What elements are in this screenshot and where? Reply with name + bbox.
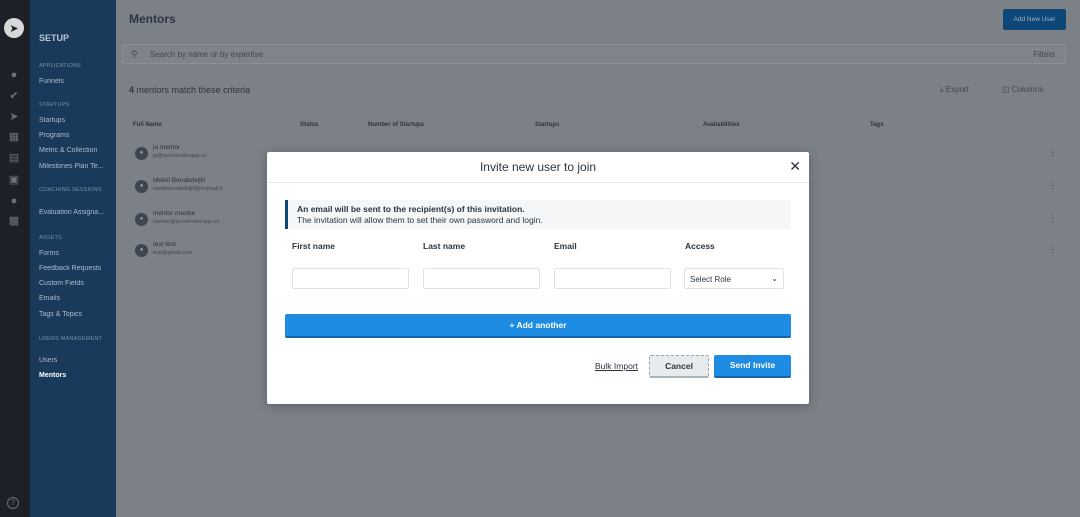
columns-button[interactable]: ◫ Columns xyxy=(1002,85,1043,94)
sidebar-item-custom-fields[interactable]: Custom Fields xyxy=(39,280,113,287)
add-another-button[interactable]: + Add another xyxy=(285,314,791,338)
form-icon[interactable]: ▩ xyxy=(7,215,21,227)
info-line-2: The invitation will allow them to set th… xyxy=(297,215,543,225)
sidebar-item-forms[interactable]: Forms xyxy=(39,250,113,257)
info-notice: An email will be sent to the recipient(s… xyxy=(285,200,791,229)
sidebar-item-programs[interactable]: Programs xyxy=(39,132,113,139)
avatar: ● xyxy=(135,147,148,160)
rocket-icon[interactable]: ➤ xyxy=(7,111,21,123)
column-header-startups[interactable]: Startups xyxy=(535,122,559,128)
modal-title: Invite new user to join xyxy=(479,160,597,174)
mentor-name: test test xyxy=(153,241,176,248)
column-header-status[interactable]: Status xyxy=(300,122,318,128)
email-field[interactable] xyxy=(554,268,671,289)
search-icon: ⚲ xyxy=(131,49,138,59)
sidebar-item-tags-topics[interactable]: Tags & Topics xyxy=(39,311,113,318)
more-options-icon[interactable]: ⋮ xyxy=(1048,213,1057,224)
mentor-email: mentor@acceleratorapp.co xyxy=(153,219,220,225)
mentor-email: test@gmail.com xyxy=(153,250,193,256)
sidebar-title: SETUP xyxy=(39,33,70,43)
modal-header: Invite new user to join ✕ xyxy=(267,152,809,183)
cancel-button[interactable]: Cancel xyxy=(649,355,709,378)
email-label: Email xyxy=(554,241,577,251)
close-icon[interactable]: ✕ xyxy=(789,158,801,174)
people-icon[interactable]: ● xyxy=(7,195,21,207)
column-header-availabilities[interactable]: Availabilities xyxy=(703,122,739,128)
search-input[interactable]: Search by name or by expertise xyxy=(150,50,263,59)
sidebar-item-funnels[interactable]: Funnels xyxy=(39,78,113,85)
sidebar-item-metric-collection[interactable]: Metric & Collection xyxy=(39,147,113,154)
column-header-tags[interactable]: Tags xyxy=(870,122,884,128)
column-header-number-of-startups[interactable]: Number of Startups xyxy=(368,122,424,128)
mentor-email: mekkibenabdeljlil@hotmail.fr xyxy=(153,186,224,192)
mentor-name: ja mentor xyxy=(153,144,181,151)
grid-icon[interactable]: ▦ xyxy=(7,131,21,143)
sidebar-item-emails[interactable]: Emails xyxy=(39,295,113,302)
icon-rail: ➤ ● ✔ ➤ ▦ ▤ ▣ ● ▩ ? xyxy=(0,0,30,517)
avatar: ● xyxy=(135,213,148,226)
last-name-field[interactable] xyxy=(423,268,540,289)
filters-button[interactable]: Filters xyxy=(1033,50,1055,59)
first-name-field[interactable] xyxy=(292,268,409,289)
export-button[interactable]: ⤓ Export xyxy=(940,85,969,95)
sidebar-item-mentors[interactable]: Mentors xyxy=(39,372,113,379)
match-text: mentors match these criteria xyxy=(136,85,251,95)
calendar-icon[interactable]: ▣ xyxy=(7,174,21,186)
sidebar-item-milestones[interactable]: Milestones Plan Te... xyxy=(39,163,113,170)
first-name-label: First name xyxy=(292,241,335,251)
sidebar-item-users[interactable]: Users xyxy=(39,357,113,364)
columns-label: Columns xyxy=(1011,85,1044,94)
access-role-select[interactable]: Select Role ⌄ xyxy=(684,268,784,289)
more-options-icon[interactable]: ⋮ xyxy=(1048,147,1057,158)
sidebar-item-startups[interactable]: Startups xyxy=(39,117,113,124)
sidebar-section-assets: ASSETS xyxy=(39,235,62,241)
more-options-icon[interactable]: ⋮ xyxy=(1048,244,1057,255)
check-circle-icon[interactable]: ✔ xyxy=(7,90,21,102)
more-options-icon[interactable]: ⋮ xyxy=(1048,180,1057,191)
avatar: ● xyxy=(135,180,148,193)
avatar: ● xyxy=(135,244,148,257)
sidebar-section-coaching: COACHING SESSIONS xyxy=(39,187,102,193)
user-icon[interactable]: ● xyxy=(7,69,21,81)
access-role-value: Select Role xyxy=(690,275,731,284)
add-new-user-button[interactable]: Add New User xyxy=(1003,9,1066,30)
chevron-down-icon: ⌄ xyxy=(771,274,778,283)
rocket-icon[interactable]: ➤ xyxy=(4,18,24,38)
document-icon[interactable]: ▤ xyxy=(7,152,21,164)
sidebar-item-evaluation[interactable]: Evaluation Assigna... xyxy=(39,209,113,216)
info-line-1: An email will be sent to the recipient(s… xyxy=(297,204,525,214)
sidebar-item-feedback-requests[interactable]: Feedback Requests xyxy=(39,265,113,272)
send-invite-button[interactable]: Send Invite xyxy=(714,355,791,378)
download-icon: ⤓ xyxy=(940,85,944,94)
bulk-import-link[interactable]: Bulk Import xyxy=(595,361,638,371)
access-label: Access xyxy=(685,241,715,251)
export-label: Export xyxy=(945,85,969,94)
sidebar-section-startups: STARTUPS xyxy=(39,102,70,108)
last-name-label: Last name xyxy=(423,241,466,251)
mentor-name: mentor mentor xyxy=(153,210,196,217)
match-count: 4 xyxy=(129,85,135,95)
column-header-full-name[interactable]: Full Name xyxy=(133,122,162,128)
help-icon[interactable]: ? xyxy=(7,497,19,509)
sidebar-section-users: USERS MANAGEMENT xyxy=(39,336,103,342)
invite-user-modal: Invite new user to join ✕ An email will … xyxy=(267,152,809,404)
page-title: Mentors xyxy=(129,12,176,26)
search-bar[interactable]: ⚲ Search by name or by expertise Filters xyxy=(122,44,1066,64)
mentor-email: ja@acceleratorapp.co xyxy=(153,153,207,159)
mentor-name: Mekki Benabdeljlil xyxy=(153,177,206,184)
match-summary: 4 mentors match these criteria xyxy=(129,85,250,95)
columns-icon: ◫ xyxy=(1002,85,1010,94)
setup-sidebar: SETUP APPLICATIONS Funnels STARTUPS Star… xyxy=(30,0,116,517)
sidebar-section-applications: APPLICATIONS xyxy=(39,63,82,69)
